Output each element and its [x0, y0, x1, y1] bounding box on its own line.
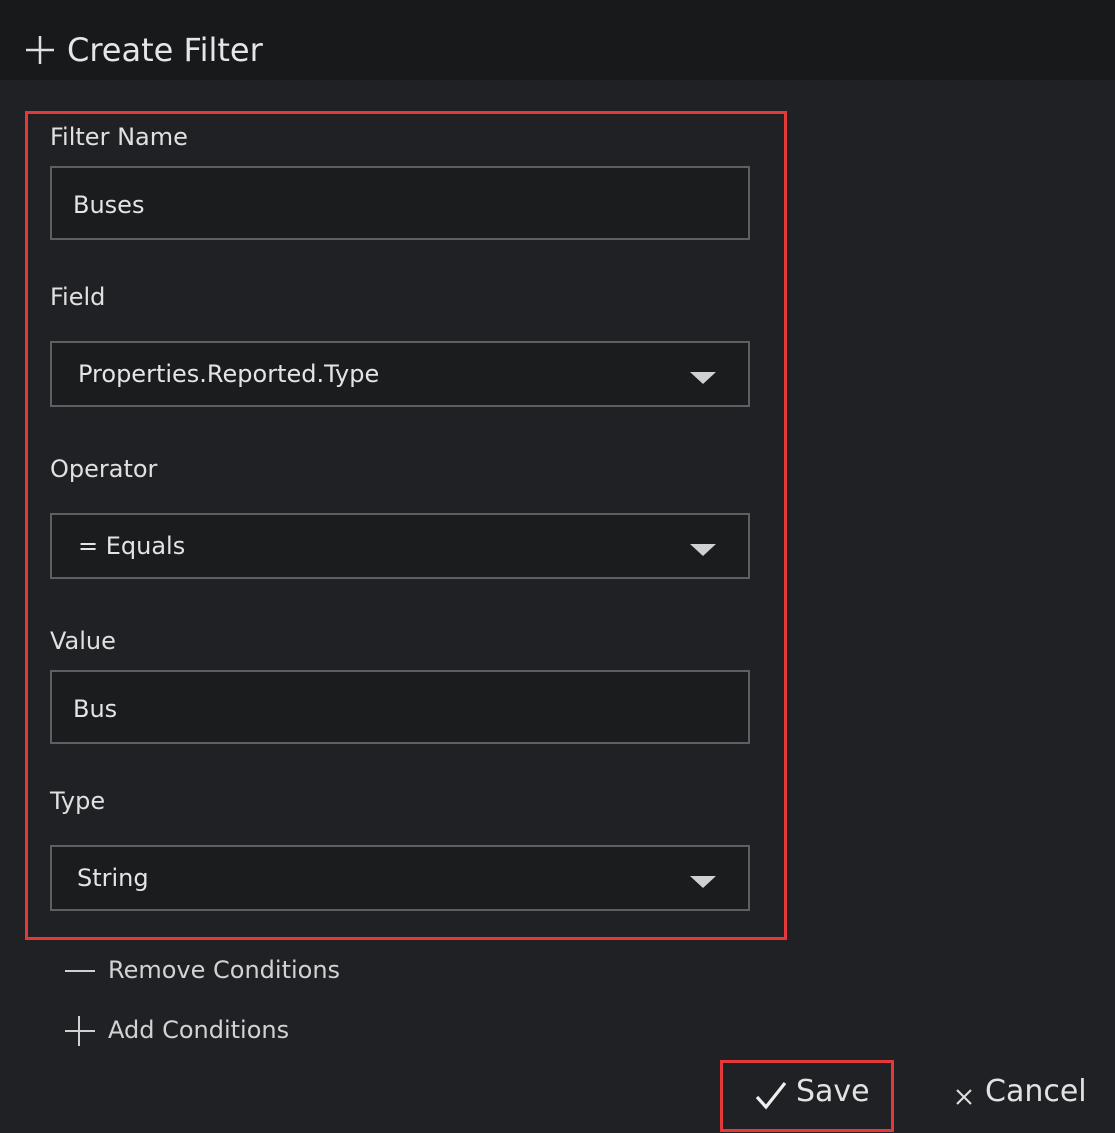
add-conditions-label: Add Conditions: [108, 1016, 290, 1044]
close-icon: [956, 1089, 972, 1105]
add-conditions-button[interactable]: Add Conditions: [62, 1014, 302, 1048]
plus-icon: [65, 1016, 95, 1046]
chevron-down-icon: [690, 372, 716, 384]
page-title: Create Filter: [67, 31, 263, 69]
save-label: Save: [796, 1074, 870, 1109]
operator-select[interactable]: = Equals: [50, 513, 750, 579]
value-input[interactable]: Bus: [50, 670, 750, 744]
field-select[interactable]: Properties.Reported.Type: [50, 341, 750, 407]
value-input-value: Bus: [73, 695, 118, 723]
minus-icon: [65, 970, 95, 972]
type-select[interactable]: String: [50, 845, 750, 911]
type-label: Type: [50, 787, 106, 815]
operator-label: Operator: [50, 455, 158, 483]
save-button[interactable]: Save: [726, 1066, 888, 1126]
check-icon: [755, 1082, 787, 1110]
cancel-button[interactable]: Cancel: [948, 1066, 1088, 1126]
panel-header: Create Filter: [0, 0, 1115, 80]
field-label: Field: [50, 283, 106, 311]
chevron-down-icon: [690, 544, 716, 556]
filter-name-value: Buses: [73, 191, 145, 219]
operator-select-value: = Equals: [78, 532, 186, 560]
cancel-label: Cancel: [985, 1074, 1087, 1109]
type-select-value: String: [77, 864, 149, 892]
value-label: Value: [50, 627, 116, 655]
field-select-value: Properties.Reported.Type: [78, 360, 380, 388]
chevron-down-icon: [690, 876, 716, 888]
plus-icon: [26, 36, 54, 64]
filter-name-input[interactable]: Buses: [50, 166, 750, 240]
remove-conditions-button[interactable]: Remove Conditions: [62, 954, 342, 988]
filter-name-label: Filter Name: [50, 123, 188, 151]
remove-conditions-label: Remove Conditions: [108, 956, 341, 984]
